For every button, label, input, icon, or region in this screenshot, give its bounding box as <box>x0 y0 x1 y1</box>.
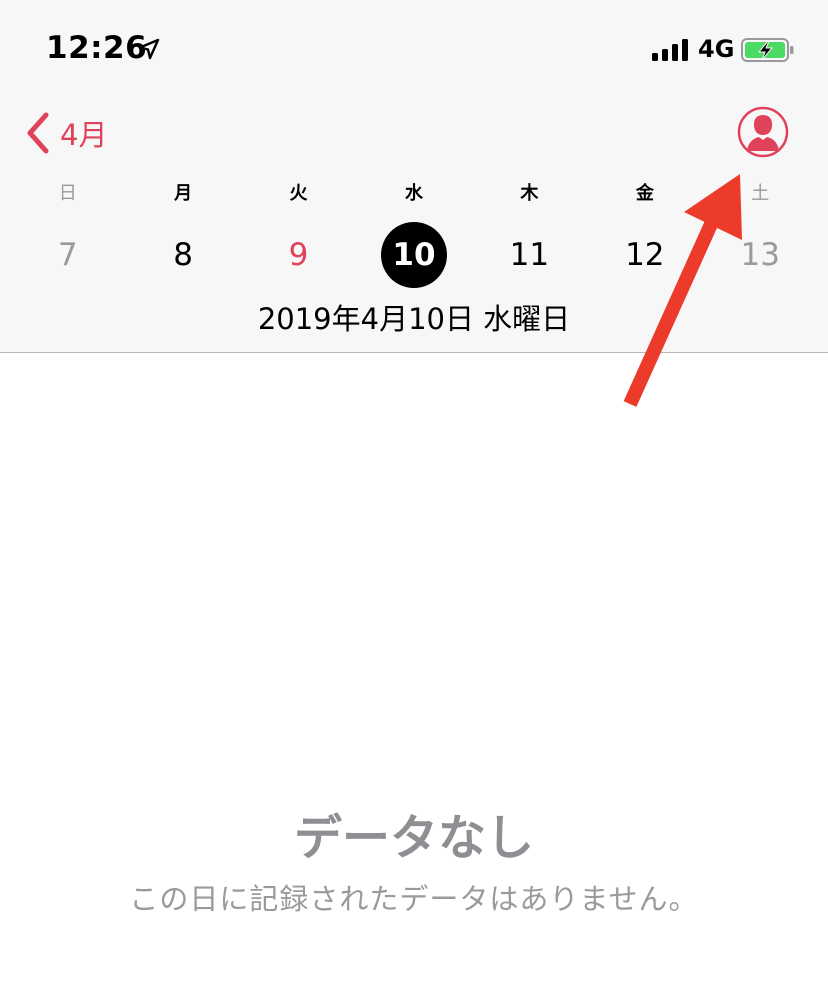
day-number: 9 <box>288 237 309 273</box>
weekday-sat: 土 <box>751 183 770 204</box>
day-number: 11 <box>509 237 550 273</box>
week-dates: 7 8 9 10 11 12 13 <box>10 222 818 288</box>
weekday-tue: 火 <box>289 183 308 204</box>
empty-state-message: この日に記録されたデータはありません。 <box>129 882 699 916</box>
day-cell[interactable]: 8 <box>125 222 240 288</box>
cellular-signal-icon <box>652 39 688 61</box>
weekday-mon: 月 <box>174 183 193 204</box>
day-number: 10 <box>380 222 447 288</box>
day-cell[interactable]: 11 <box>472 222 587 288</box>
calendar-header: 4月 日 月 火 水 木 金 土 7 8 9 10 11 12 13 2019年… <box>0 100 828 353</box>
health-app-screen: 12:26 4G 4月 日 月 火 水 木 金 土 7 8 9 10 11 12… <box>0 0 828 982</box>
status-time: 12:26 <box>46 30 148 66</box>
back-label: 4月 <box>60 118 108 152</box>
battery-charging-icon <box>741 38 794 62</box>
day-cell[interactable]: 13 <box>703 222 818 288</box>
status-bar: 12:26 4G <box>0 0 828 100</box>
day-number: 13 <box>740 237 780 273</box>
location-arrow-icon <box>138 38 160 60</box>
user-profile-icon <box>747 115 779 151</box>
weekday-sun: 日 <box>58 183 77 204</box>
weekday-fri: 金 <box>635 183 654 204</box>
chevron-left-icon <box>27 112 49 154</box>
empty-state-title: データなし <box>293 810 534 866</box>
weekday-thu: 木 <box>520 183 539 204</box>
profile-button[interactable] <box>737 106 789 158</box>
network-type: 4G <box>698 35 735 63</box>
day-number: 7 <box>57 237 78 273</box>
selected-date-label: 2019年4月10日 水曜日 <box>257 302 571 336</box>
back-button[interactable]: 4月 <box>24 110 107 156</box>
weekday-wed: 水 <box>404 183 423 204</box>
day-number: 12 <box>625 237 665 273</box>
day-cell[interactable]: 7 <box>10 222 125 288</box>
weekday-labels: 日 月 火 水 木 金 土 <box>10 180 818 208</box>
day-cell-today[interactable]: 9 <box>241 222 356 288</box>
day-cell-selected[interactable]: 10 <box>356 222 471 288</box>
day-cell[interactable]: 12 <box>587 222 702 288</box>
day-number: 8 <box>173 237 193 273</box>
